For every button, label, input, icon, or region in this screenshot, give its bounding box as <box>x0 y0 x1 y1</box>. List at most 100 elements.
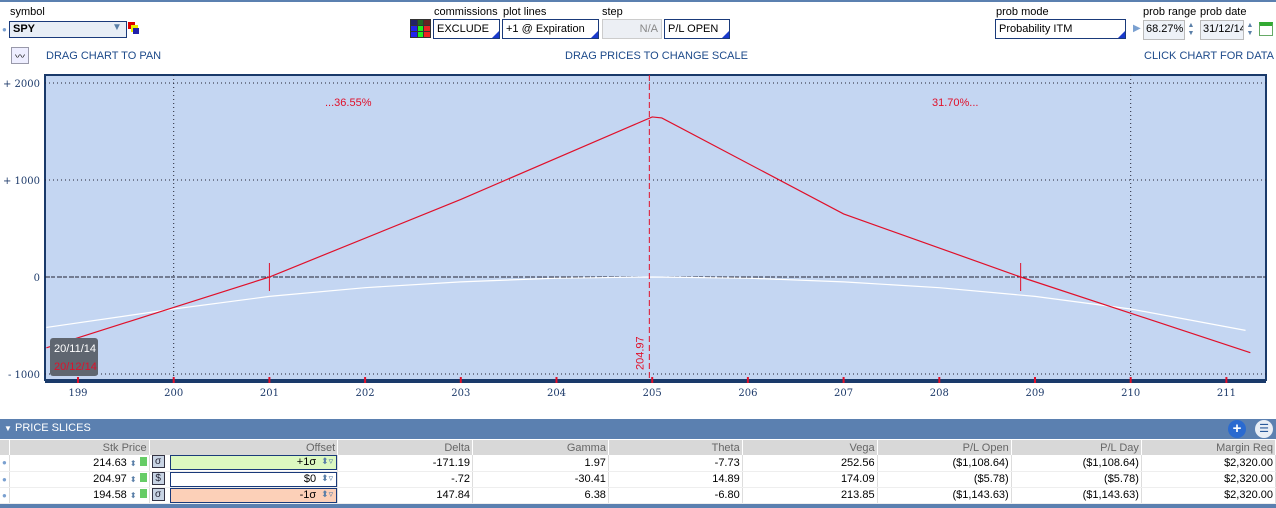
prob-mode-select[interactable]: Probability ITM <box>995 19 1126 39</box>
symbol-label: symbol <box>10 6 45 18</box>
offset-stepper[interactable]: ⬍▿ <box>321 489 333 500</box>
list-settings-button[interactable]: ☰ <box>1255 420 1273 438</box>
offset-cell[interactable]: σ -1σ ⬍▿ <box>149 487 339 504</box>
offset-cell[interactable]: $ $0 ⬍▿ <box>149 471 339 488</box>
color-swatch-icon[interactable] <box>128 22 140 34</box>
stock-price: 194.58 <box>93 489 127 501</box>
gamma-cell: -30.41 <box>472 471 609 488</box>
prob-mode-label: prob mode <box>996 6 1049 18</box>
offset-input[interactable]: -1σ ⬍▿ <box>169 487 338 503</box>
vega-cell: 174.09 <box>742 471 878 488</box>
prob-range-stepper[interactable]: ▲ ▼ <box>1186 22 1196 38</box>
bottom-border <box>0 504 1276 508</box>
stock-price: 204.97 <box>93 473 127 485</box>
lock-icon[interactable] <box>139 489 147 498</box>
column-header[interactable]: P/L Day <box>1011 440 1142 455</box>
chart-type-icon[interactable]: 〰 <box>11 47 29 64</box>
margin-req-cell: $2,320.00 <box>1141 455 1276 472</box>
add-slice-button[interactable]: + <box>1228 420 1246 438</box>
pl-chart[interactable]: + 2000 + 1000 0 - 1000 199 200 201 202 203 204 205… <box>0 68 1276 418</box>
table-row[interactable]: ● 214.63 ⬍ σ +1σ ⬍▿ -171.19 1.97 -7.73 252… <box>0 455 1276 472</box>
column-header[interactable]: Theta <box>608 440 743 455</box>
plot-lines-label: plot lines <box>503 6 547 18</box>
x-tick-label: 204 <box>547 388 566 399</box>
collapse-icon[interactable]: ▼ <box>4 424 12 433</box>
y-tick-label: 0 <box>34 273 40 284</box>
theta-cell: -6.80 <box>608 487 743 504</box>
plot-area <box>44 74 1267 381</box>
calendar-icon[interactable] <box>1259 22 1273 36</box>
delta-cell: -171.19 <box>337 455 474 472</box>
theta-cell: -7.73 <box>608 455 743 472</box>
offset-input[interactable]: $0 ⬍▿ <box>169 471 338 487</box>
x-tick-label: 206 <box>738 388 757 399</box>
x-tick-label: 199 <box>68 388 87 399</box>
offset-input[interactable]: +1σ ⬍▿ <box>169 455 338 471</box>
legend-date-today: 20/11/14 <box>54 343 96 355</box>
margin-req-cell: $2,320.00 <box>1141 487 1276 504</box>
symbol-input[interactable]: SPY <box>9 21 127 38</box>
x-tick-label: 211 <box>1217 388 1236 399</box>
commissions-select[interactable]: EXCLUDE <box>433 19 500 39</box>
x-tick-label: 208 <box>930 388 949 399</box>
column-header[interactable]: Delta <box>337 440 474 455</box>
column-header[interactable]: Offset <box>149 440 339 455</box>
offset-stepper[interactable]: ⬍▿ <box>321 456 333 467</box>
left-probability: ...36.55% <box>325 97 372 109</box>
price-stepper[interactable]: ⬍ <box>130 475 137 484</box>
arrow-right-icon[interactable]: ▶ <box>1133 23 1141 34</box>
price-stepper[interactable]: ⬍ <box>130 459 137 468</box>
current-price-label: 204.97 <box>634 336 646 370</box>
commissions-label: commissions <box>434 6 498 18</box>
offset-cell[interactable]: σ +1σ ⬍▿ <box>149 455 339 472</box>
prob-range-label: prob range <box>1143 6 1197 18</box>
margin-req-cell: $2,320.00 <box>1141 471 1276 488</box>
lock-icon[interactable] <box>139 456 147 466</box>
column-header[interactable]: Margin Req <box>1141 440 1276 455</box>
price-stepper[interactable]: ⬍ <box>130 491 137 500</box>
lock-icon[interactable] <box>139 473 147 482</box>
x-tick-label: 209 <box>1025 388 1044 399</box>
column-header[interactable]: Vega <box>742 440 878 455</box>
theta-cell: 14.89 <box>608 471 743 488</box>
price-slices-table: Stk Price Offset Delta Gamma Theta Vega P/L Op… <box>0 440 1276 504</box>
price-slices-title: PRICE SLICES <box>14 422 91 434</box>
prob-date-input[interactable]: 31/12/14 <box>1200 20 1244 40</box>
column-header[interactable]: Stk Price <box>9 440 150 455</box>
delta-cell: 147.84 <box>337 487 474 504</box>
offset-mode-icon[interactable]: σ <box>151 455 165 469</box>
pl-open-cell: ($1,143.63) <box>877 487 1012 504</box>
table-row[interactable]: ● 204.97 ⬍ $ $0 ⬍▿ -.72 -30.41 14.89 174.0… <box>0 471 1276 488</box>
table-row[interactable]: ● 194.58 ⬍ σ -1σ ⬍▿ 147.84 6.38 -6.80 213.… <box>0 487 1276 504</box>
stock-price-cell[interactable]: 194.58 ⬍ <box>9 487 150 504</box>
offset-mode-icon[interactable]: $ <box>151 471 165 485</box>
offset-stepper[interactable]: ⬍▿ <box>321 473 333 484</box>
x-tick-label: 203 <box>451 388 470 399</box>
stock-price-cell[interactable]: 214.63 ⬍ <box>9 455 150 472</box>
prob-mode-value: Probability ITM <box>999 23 1073 35</box>
offset-mode-icon[interactable]: σ <box>151 487 165 501</box>
column-header[interactable]: Gamma <box>472 440 609 455</box>
prob-date-stepper[interactable]: ▲ ▼ <box>1245 22 1255 38</box>
pl-open-cell: ($5.78) <box>877 471 1012 488</box>
pl-day-cell: ($1,143.63) <box>1011 487 1142 504</box>
step-label: step <box>602 6 623 18</box>
step-mode-select[interactable]: P/L OPEN <box>664 19 730 39</box>
legend-date-expiration: 20/12/14 <box>54 361 97 373</box>
row-bullet-icon: ● <box>0 455 10 472</box>
y-tick-label: + 1000 <box>3 176 40 187</box>
color-grid-icon[interactable] <box>410 19 431 38</box>
price-slices-header[interactable]: ▼ PRICE SLICES <box>0 419 1276 439</box>
prob-range-input[interactable]: 68.27% <box>1143 20 1185 40</box>
right-probability: 31.70%... <box>932 97 978 109</box>
column-header[interactable]: P/L Open <box>877 440 1012 455</box>
stock-price-cell[interactable]: 204.97 ⬍ <box>9 471 150 488</box>
pl-day-cell: ($5.78) <box>1011 471 1142 488</box>
y-tick-label: + 2000 <box>3 79 40 90</box>
plot-lines-select[interactable]: +1 @ Expiration <box>502 19 599 39</box>
step-input[interactable]: N/A <box>602 19 662 39</box>
click-chart-hint: CLICK CHART FOR DATA <box>1144 50 1274 62</box>
row-marker-header <box>0 440 10 455</box>
vega-cell: 213.85 <box>742 487 878 504</box>
symbol-dropdown-icon[interactable]: ▼ <box>112 22 126 37</box>
